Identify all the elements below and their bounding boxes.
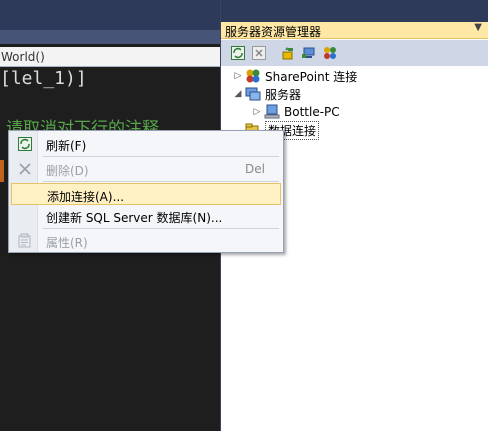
menu-item-shortcut: Del — [245, 162, 265, 176]
sharepoint-icon — [245, 68, 261, 84]
explorer-top-bar — [221, 0, 488, 22]
menu-item-label: 刷新(F) — [46, 139, 87, 153]
menu-separator — [43, 181, 279, 182]
delete-icon — [17, 161, 33, 177]
menu-item-label: 添加连接(A)... — [47, 190, 125, 204]
explorer-title-bar: 服务器资源管理器 ▼ — [221, 22, 488, 39]
menu-item-label: 创建新 SQL Server 数据库(N)... — [46, 211, 223, 225]
connect-database-button[interactable] — [279, 44, 297, 62]
menu-item-label: 属性(R) — [46, 236, 88, 250]
tree-item-label: 服务器 — [265, 87, 302, 102]
connect-database-icon — [282, 47, 293, 60]
menu-item-label: 删除(D) — [46, 164, 89, 178]
refresh-button[interactable] — [229, 44, 247, 62]
computer-icon — [264, 104, 280, 120]
method-combo-text: World() — [1, 50, 45, 64]
editor-top-bar — [0, 0, 220, 30]
tree-item-label: SharePoint 连接 — [265, 69, 358, 84]
properties-icon — [17, 233, 33, 249]
menu-item-delete[interactable]: 删除(D) Del — [11, 158, 281, 180]
tree-item-sharepoint[interactable]: ▷ SharePoint 连接 — [231, 67, 357, 85]
menu-item-properties[interactable]: 属性(R) — [11, 230, 281, 252]
explorer-toolbar — [221, 40, 488, 66]
expand-arrow-icon[interactable]: ▷ — [231, 71, 245, 81]
panel-dropdown-icon[interactable]: ▼ — [474, 22, 482, 33]
explorer-title: 服务器资源管理器 — [225, 25, 322, 39]
menu-separator — [43, 156, 279, 157]
tree-item-label: Bottle-PC — [284, 105, 340, 119]
collapse-arrow-icon[interactable]: ◢ — [231, 89, 245, 99]
sharepoint-icon — [324, 47, 336, 59]
servers-icon — [245, 86, 261, 102]
menu-separator — [43, 228, 279, 229]
expand-arrow-icon[interactable]: ▷ — [250, 107, 264, 117]
menu-item-add-connection[interactable]: 添加连接(A)... — [11, 183, 281, 205]
breakpoint-marker — [0, 160, 4, 182]
menu-item-refresh[interactable]: 刷新(F) — [11, 133, 281, 155]
context-menu: 刷新(F) 删除(D) Del 添加连接(A)... 创建新 SQL Serve… — [8, 130, 284, 253]
method-combo-box[interactable]: World() — [0, 47, 220, 67]
code-line: [lel_1)] — [0, 68, 87, 89]
refresh-icon — [17, 136, 33, 152]
menu-item-create-database[interactable]: 创建新 SQL Server 数据库(N)... — [11, 205, 281, 227]
editor-tab-strip — [0, 30, 220, 44]
tree-item-bottle-pc[interactable]: ▷ Bottle-PC — [250, 103, 340, 121]
stop-button[interactable] — [250, 44, 268, 62]
stop-icon — [252, 46, 266, 60]
refresh-icon — [231, 46, 245, 60]
connect-sharepoint-button[interactable] — [321, 44, 339, 62]
connect-server-button[interactable] — [300, 44, 318, 62]
connect-server-icon — [302, 47, 315, 58]
tree-item-servers[interactable]: ◢ 服务器 — [231, 85, 301, 103]
